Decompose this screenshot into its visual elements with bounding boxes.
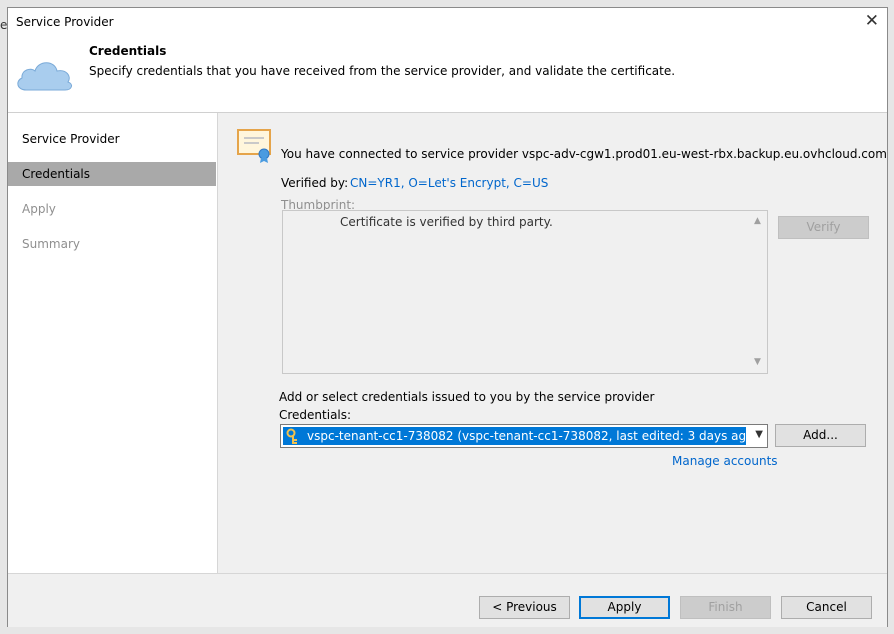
thumbprint-scrollbar[interactable]: ▲ ▼	[751, 211, 767, 373]
sidebar-item-credentials[interactable]: Credentials	[8, 162, 216, 186]
credentials-label: Credentials:	[279, 408, 352, 422]
manage-accounts-link[interactable]: Manage accounts	[672, 454, 778, 468]
title-bar: Service Provider ✕	[8, 8, 887, 36]
verified-by-label: Verified by:	[281, 176, 349, 190]
credentials-hint: Add or select credentials issued to you …	[279, 390, 655, 404]
sidebar-item-summary: Summary	[22, 237, 80, 251]
thumbprint-textbox[interactable]: Certificate is verified by third party. …	[282, 210, 768, 374]
add-credentials-button[interactable]: Add...	[775, 424, 866, 447]
service-provider-dialog: Service Provider ✕ Credentials Specify c…	[7, 7, 888, 627]
certificate-icon	[237, 129, 271, 163]
thumbprint-text: Certificate is verified by third party.	[340, 215, 553, 229]
finish-button: Finish	[680, 596, 771, 619]
sidebar-item-service-provider[interactable]: Service Provider	[8, 127, 216, 151]
apply-button[interactable]: Apply	[579, 596, 670, 619]
header-title: Credentials	[89, 44, 167, 58]
credentials-dropdown[interactable]: vspc-tenant-cc1-738082 (vspc-tenant-cc1-…	[280, 424, 768, 448]
credentials-selected-value: vspc-tenant-cc1-738082 (vspc-tenant-cc1-…	[307, 429, 759, 443]
key-icon	[286, 428, 297, 444]
chevron-down-icon[interactable]: ▼	[755, 429, 763, 440]
sidebar-item-apply: Apply	[22, 202, 56, 216]
window-title: Service Provider	[16, 15, 114, 29]
scroll-down-icon[interactable]: ▼	[754, 357, 761, 367]
cloud-icon	[17, 62, 73, 91]
credentials-selection: vspc-tenant-cc1-738082 (vspc-tenant-cc1-…	[283, 427, 758, 445]
previous-button[interactable]: < Previous	[479, 596, 570, 619]
main-content: You have connected to service provider v…	[218, 113, 887, 573]
close-icon[interactable]: ✕	[865, 11, 879, 31]
scroll-up-icon[interactable]: ▲	[754, 216, 761, 226]
connected-message: You have connected to service provider v…	[281, 147, 887, 161]
wizard-footer: < Previous Apply Finish Cancel	[8, 573, 887, 627]
header-subtitle: Specify credentials that you have receiv…	[89, 64, 676, 78]
wizard-header: Credentials Specify credentials that you…	[8, 36, 887, 112]
verified-by-value: CN=YR1, O=Let's Encrypt, C=US	[350, 176, 549, 190]
cancel-button[interactable]: Cancel	[781, 596, 872, 619]
verify-button: Verify	[778, 216, 869, 239]
wizard-steps-sidebar: Service Provider Credentials Apply Summa…	[8, 113, 218, 573]
